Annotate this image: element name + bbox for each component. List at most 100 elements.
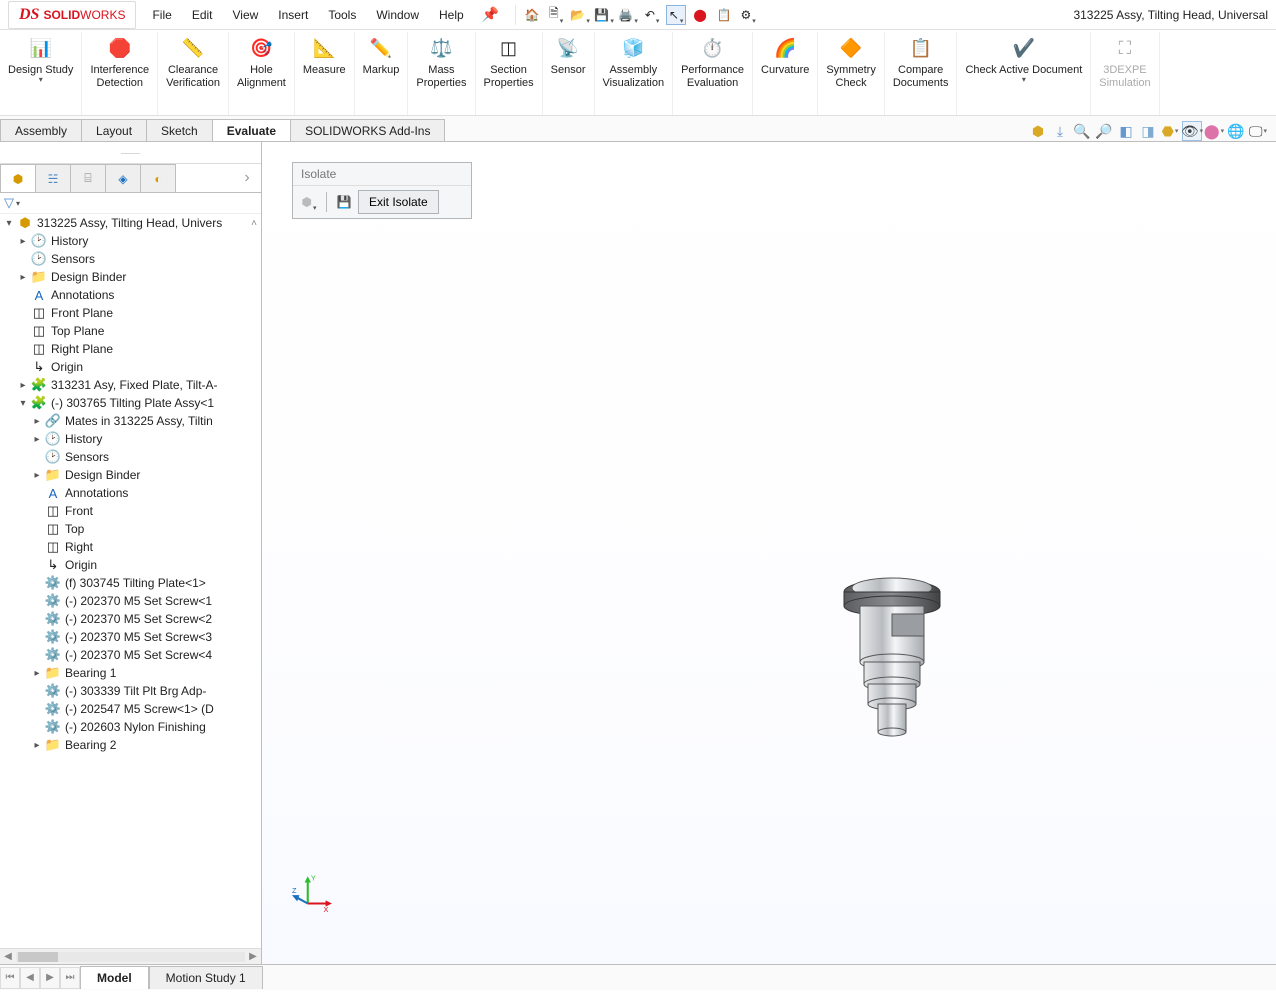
tree-item[interactable]: ◫Front [0, 502, 261, 520]
bottom-tab-motion-study-1[interactable]: Motion Study 1 [149, 966, 263, 989]
appearance-icon[interactable]: ⬤ [1204, 121, 1224, 141]
panel-drag-handle[interactable]: ⸺ [0, 142, 261, 164]
feature-tree-tab[interactable]: ⬢ [0, 164, 36, 192]
twist-icon[interactable]: ▸ [16, 380, 30, 391]
tree-item[interactable]: ▸🕑History [0, 232, 261, 250]
tree-item[interactable]: ◫Top [0, 520, 261, 538]
zoom-area-icon[interactable]: 🔎 [1094, 121, 1114, 141]
filter-row[interactable]: ▽ ▾ [0, 193, 261, 214]
tree-item[interactable]: ◫Right [0, 538, 261, 556]
print-icon[interactable]: 🖨️ [618, 5, 638, 25]
file-props-icon[interactable]: 📋 [714, 5, 734, 25]
bottom-tab-model[interactable]: Model [80, 966, 149, 989]
menu-file[interactable]: File [144, 4, 179, 26]
tree-item[interactable]: ▸📁Bearing 2 [0, 736, 261, 754]
menu-tools[interactable]: Tools [320, 4, 364, 26]
tree-item[interactable]: ⚙️(-) 202547 M5 Screw<1> (D [0, 700, 261, 718]
tab-layout[interactable]: Layout [81, 119, 147, 141]
ribbon-markup[interactable]: ✏️Markup [355, 32, 409, 115]
tree-item[interactable]: ▸🧩313231 Asy, Fixed Plate, Tilt-A- [0, 376, 261, 394]
hide-show-icon[interactable]: 👁 [1182, 121, 1202, 141]
tree-item[interactable]: AAnnotations [0, 484, 261, 502]
ribbon-design-study[interactable]: 📊Design Study▾ [0, 32, 82, 115]
tree-item[interactable]: ▸📁Bearing 1 [0, 664, 261, 682]
dim-tab[interactable]: ◈ [105, 164, 141, 192]
ribbon-section-properties[interactable]: ◫SectionProperties [476, 32, 543, 115]
tab-nav-prev[interactable]: ◀ [20, 967, 40, 989]
scene-icon[interactable]: 🌐 [1226, 121, 1246, 141]
tree-item[interactable]: AAnnotations [0, 286, 261, 304]
horizontal-scrollbar[interactable]: ◀ ▶ [0, 948, 261, 964]
viewport-settings-icon[interactable]: 🖵 [1248, 121, 1268, 141]
tree-item[interactable]: 🕑Sensors [0, 250, 261, 268]
twist-icon[interactable]: ▸ [16, 236, 30, 247]
twist-icon[interactable]: ▸ [30, 470, 44, 481]
tree-item[interactable]: ◫Right Plane [0, 340, 261, 358]
twist-icon[interactable]: ▾ [16, 398, 30, 409]
section-view-icon[interactable]: ◧ [1116, 121, 1136, 141]
tree-item[interactable]: ⚙️(f) 303745 Tilting Plate<1> [0, 574, 261, 592]
ribbon-measure[interactable]: 📐Measure [295, 32, 355, 115]
ribbon-clearance-verification[interactable]: 📏ClearanceVerification [158, 32, 229, 115]
tree-item[interactable]: ▸📁Design Binder [0, 268, 261, 286]
tree-item[interactable]: ▸🔗Mates in 313225 Assy, Tiltin [0, 412, 261, 430]
isolate-visibility-icon[interactable]: ⬢ [299, 192, 319, 212]
tab-solidworks-add-ins[interactable]: SOLIDWORKS Add-Ins [290, 119, 445, 141]
tree-item[interactable]: ◫Front Plane [0, 304, 261, 322]
tree-item[interactable]: ↳Origin [0, 556, 261, 574]
ribbon-check-active-document[interactable]: ✔️Check Active Document▾ [957, 32, 1091, 115]
config-manager-tab[interactable]: ⌸ [70, 164, 106, 192]
ribbon-sensor[interactable]: 📡Sensor [543, 32, 595, 115]
zoom-fit-icon[interactable]: 🔍 [1072, 121, 1092, 141]
display-style-icon[interactable]: ⬣ [1160, 121, 1180, 141]
ribbon-compare-documents[interactable]: 📋CompareDocuments [885, 32, 958, 115]
ribbon-curvature[interactable]: 🌈Curvature [753, 32, 818, 115]
property-manager-tab[interactable]: ☵ [35, 164, 71, 192]
panel-more-icon[interactable]: › [233, 164, 261, 192]
open-icon[interactable]: 📂 [570, 5, 590, 25]
menu-edit[interactable]: Edit [184, 4, 221, 26]
tree-root[interactable]: ▾ ⬢ 313225 Assy, Tilting Head, Univers ˄ [0, 214, 261, 232]
tree-item[interactable]: ▾🧩(-) 303765 Tilting Plate Assy<1 [0, 394, 261, 412]
new-doc-icon[interactable]: 🗎 [546, 5, 566, 25]
select-icon[interactable]: ↖ [666, 5, 686, 25]
menu-insert[interactable]: Insert [270, 4, 316, 26]
tab-nav-first[interactable]: ⏮ [0, 967, 20, 989]
twist-icon[interactable]: ▸ [30, 740, 44, 751]
ribbon-interference-detection[interactable]: 🛑InterferenceDetection [82, 32, 158, 115]
twist-icon[interactable]: ▸ [30, 416, 44, 427]
tab-sketch[interactable]: Sketch [146, 119, 213, 141]
menu-view[interactable]: View [225, 4, 267, 26]
tree-item[interactable]: ⚙️(-) 303339 Tilt Plt Brg Adp- [0, 682, 261, 700]
rebuild-icon[interactable]: ⬤ [690, 5, 710, 25]
undo-icon[interactable]: ↶ [642, 5, 662, 25]
tree-item[interactable]: ⚙️(-) 202370 M5 Set Screw<4 [0, 646, 261, 664]
menu-window[interactable]: Window [368, 4, 427, 26]
tab-nav-next[interactable]: ▶ [40, 967, 60, 989]
tree-item[interactable]: ⚙️(-) 202603 Nylon Finishing [0, 718, 261, 736]
graphics-viewport[interactable]: Isolate ⬢ 💾 Exit Isolate [262, 142, 1276, 964]
tab-nav-last[interactable]: ⏭ [60, 967, 80, 989]
tab-evaluate[interactable]: Evaluate [212, 119, 291, 141]
exit-isolate-button[interactable]: Exit Isolate [358, 190, 439, 214]
twist-icon[interactable]: ▸ [30, 434, 44, 445]
ribbon-mass-properties[interactable]: ⚖️MassProperties [408, 32, 475, 115]
tree-item[interactable]: ▸🕑History [0, 430, 261, 448]
tree-item[interactable]: 🕑Sensors [0, 448, 261, 466]
orient-icon[interactable]: ⤓ [1050, 121, 1070, 141]
dynamic-view-icon[interactable]: ◨ [1138, 121, 1158, 141]
options-icon[interactable]: ⚙ [738, 5, 758, 25]
tree-item[interactable]: ↳Origin [0, 358, 261, 376]
home-icon[interactable]: 🏠 [522, 5, 542, 25]
tree-item[interactable]: ⚙️(-) 202370 M5 Set Screw<1 [0, 592, 261, 610]
save-icon[interactable]: 💾 [594, 5, 614, 25]
ribbon-symmetry-check[interactable]: 🔶SymmetryCheck [818, 32, 885, 115]
ribbon-performance-evaluation[interactable]: ⏱️PerformanceEvaluation [673, 32, 753, 115]
view-cube-icon[interactable]: ⬢ [1028, 121, 1048, 141]
tree-item[interactable]: ⚙️(-) 202370 M5 Set Screw<2 [0, 610, 261, 628]
tree-item[interactable]: ◫Top Plane [0, 322, 261, 340]
tree-item[interactable]: ▸📁Design Binder [0, 466, 261, 484]
isolate-save-icon[interactable]: 💾 [334, 192, 354, 212]
twist-icon[interactable]: ▸ [16, 272, 30, 283]
pin-icon[interactable]: 📌 [482, 6, 499, 23]
